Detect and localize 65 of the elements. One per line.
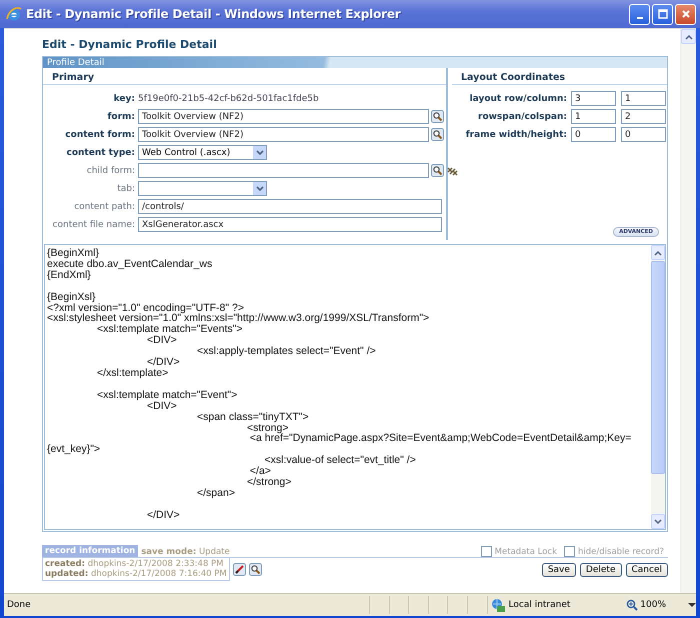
input-field[interactable]: 0 [571,127,616,142]
action-button[interactable]: Save [542,562,576,576]
scroll-up-icon[interactable] [684,34,692,40]
field-label: content file name: [52,220,135,230]
search-icon[interactable] [431,110,444,123]
page-title: Edit - Dynamic Profile Detail [42,38,218,51]
field-label: frame width/height: [464,130,567,140]
panel-title: Profile Detail [46,58,104,68]
save-mode-text: save mode: Update [141,547,231,557]
maximize-icon [658,9,668,19]
input-field[interactable]: Toolkit Overview (NF2) [138,109,429,124]
field-label: content type: [66,148,135,158]
edit-icon[interactable] [232,563,246,576]
input-field[interactable]: 1 [621,91,666,106]
code-text: {BeginXml} execute dbo.av_EventCalendar_ws {EndXml} {BeginXsl} <?xml version="1.0" encoding="UTF-8" ?> <xsl:stylesheet version="1.0" xmlns:xsl="http://www.w3.org/1999/XSL/Transform"> <xsl:template match="Events"> <DIV> <xsl:apply-templates select="Event" /> </DIV> </xsl:template> <xsl:template match="Event"> <DIV> <span class="tinyTXT"> <strong> <a href="DynamicPage.aspx?Site=Event&amp;WebCode=EventDetail&amp;Key= {evt_key}"> <xsl:value-of select="evt_title" /> </a> </strong> </span> </DIV> [46,246,632,523]
field-label: form: [106,112,135,122]
input-field[interactable]: Toolkit Overview (NF2) [138,127,429,142]
zone-text: Local intranet [508,600,570,610]
window-title: Edit - Dynamic Profile Detail - Windows Internet Explorer [26,7,402,21]
checkbox[interactable] [564,546,576,557]
search-icon[interactable] [431,164,444,177]
action-button[interactable]: Cancel [626,562,668,576]
field-label: content form: [64,130,135,140]
section-title: Layout Coordinates [452,72,667,85]
status-text: Done [6,600,32,610]
minimize-icon [636,16,642,18]
minimize-button[interactable] [629,4,650,24]
zoom-control[interactable]: 100% [626,599,666,611]
link-icon[interactable] [446,164,458,176]
input-field[interactable]: 2 [621,109,666,124]
scroll-down-icon[interactable] [654,518,662,524]
record-info-text: created: dhopkins-2/17/2008 2:33:48 PM [45,559,225,569]
search-icon[interactable] [431,128,444,141]
checkbox[interactable] [480,546,492,557]
action-button[interactable]: Delete [580,562,622,576]
input-field[interactable]: XslGenerator.ascx [138,217,442,232]
key-value: 5f19e0f0-21b5-42cf-b62d-501fac1fde5b [138,94,319,104]
input-field[interactable]: 1 [571,109,616,124]
network-globe-icon [490,598,506,612]
code-scrollbar[interactable] [651,245,665,529]
maximize-button[interactable] [652,4,673,24]
caret-icon[interactable] [688,602,696,608]
browser-logo-icon [6,6,22,22]
page-scrollbar[interactable] [680,29,696,593]
zoom-icon [626,599,638,611]
field-label: key: [112,94,135,104]
dropdown[interactable]: Web Control (.ascx) [138,145,267,160]
record-info-text: updated: dhopkins-2/17/2008 7:16:40 PM [45,569,227,579]
search-icon[interactable] [248,563,262,576]
dropdown[interactable] [138,181,267,196]
field-label: rowspan/colspan: [477,112,567,122]
checkbox-label: hide/disable record? [578,546,664,556]
field-label: tab: [116,184,135,194]
close-icon [680,9,690,19]
checkbox-label: Metadata Lock [494,546,558,556]
field-label: layout row/column: [468,94,567,104]
section-title: Primary [43,72,446,85]
input-field[interactable]: 0 [621,127,666,142]
field-label: child form: [86,166,135,176]
field-label: content path: [73,202,135,212]
input-field[interactable] [138,163,429,178]
close-button[interactable] [675,4,696,24]
scroll-up-icon[interactable] [654,250,662,256]
input-field[interactable]: 3 [571,91,616,106]
input-field[interactable]: /controls/ [138,199,442,214]
